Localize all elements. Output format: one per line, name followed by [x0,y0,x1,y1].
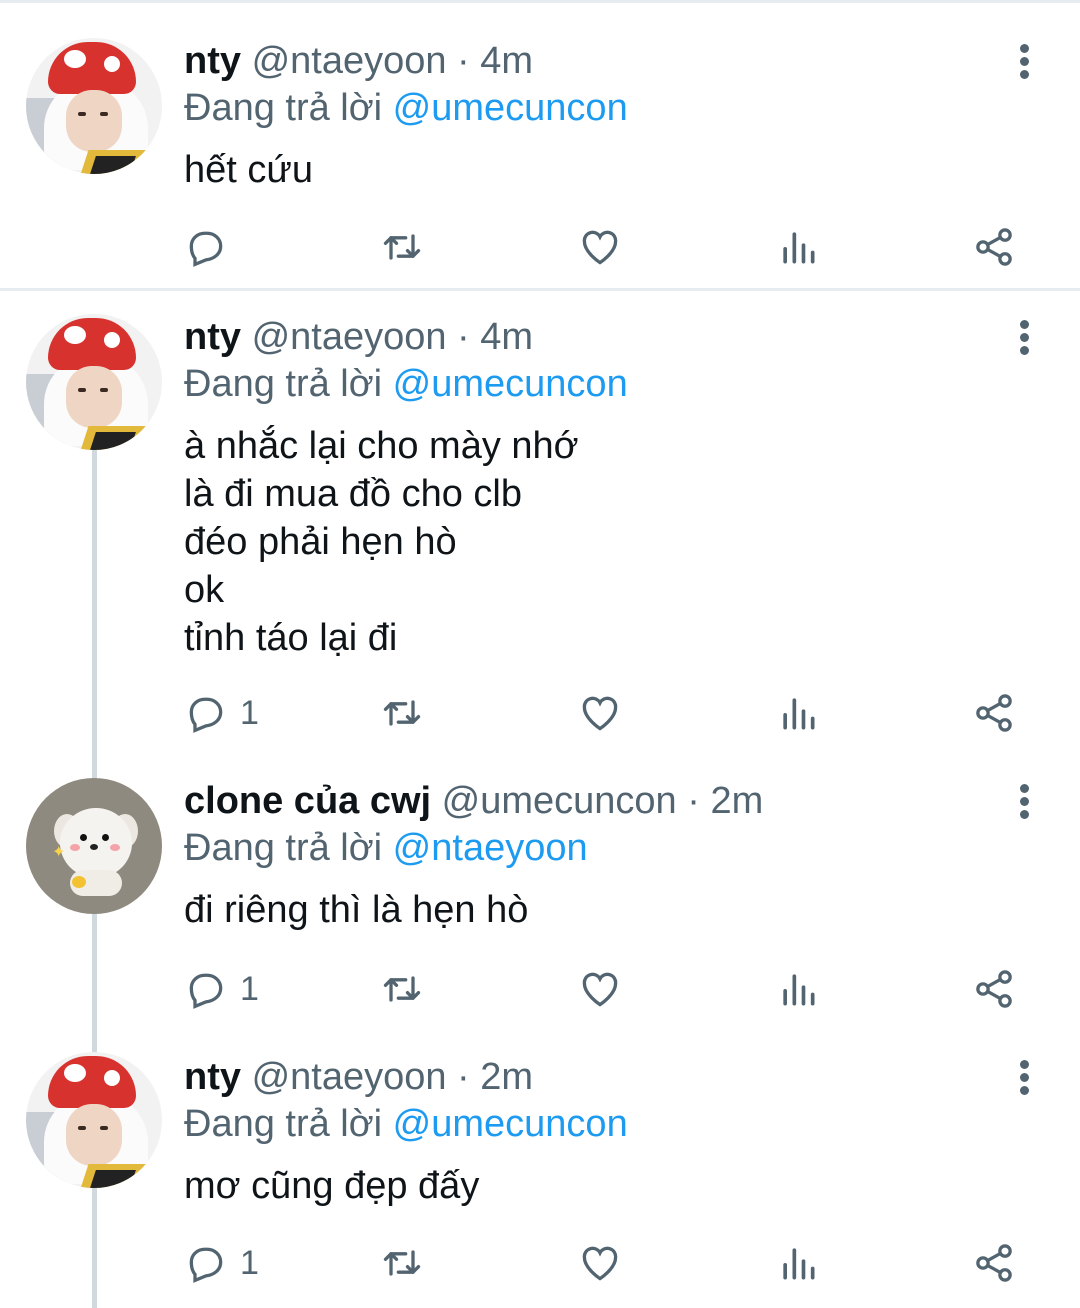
tweet-text: đi riêng thì là hẹn hò [184,889,529,931]
analytics-button[interactable] [776,1238,820,1288]
tweet-text: mơ cũng đẹp đấy [184,1165,480,1207]
share-button[interactable] [972,222,1016,272]
mention-link[interactable]: @umecuncon [393,87,628,129]
analytics-icon [783,232,815,264]
handle-and-time: @ntaeyoon · 2m [251,1056,534,1098]
share-icon [976,228,1012,266]
tweet-header: nty @ntaeyoon · 2m [184,1054,533,1100]
avatar[interactable]: ✦ [26,778,162,914]
share-button[interactable] [972,688,1016,738]
tweet-2[interactable]: nty @ntaeyoon · 4m Đang trả lời @umecunc… [0,290,1080,760]
retweet-icon [383,234,421,260]
display-name[interactable]: clone của cwj [184,780,431,822]
more-options-icon[interactable] [1010,782,1040,822]
tweet-text: à nhắc lại cho mày nhớ là đi mua đồ cho … [184,425,579,659]
reply-count: 1 [240,693,259,732]
share-icon [976,1244,1012,1282]
mention-link[interactable]: @umecuncon [393,363,628,405]
replying-to: Đang trả lời @ntaeyoon [184,825,588,871]
retweet-button[interactable] [380,964,424,1014]
avatar[interactable] [26,1052,162,1188]
share-icon [976,970,1012,1008]
handle-and-time: @ntaeyoon · 4m [251,40,534,82]
avatar[interactable] [26,38,162,174]
analytics-icon [783,1248,815,1280]
replying-to-label: Đang trả lời [184,87,393,129]
share-button[interactable] [972,964,1016,1014]
tweet-text: hết cứu [184,149,313,191]
replying-to: Đang trả lời @umecuncon [184,361,628,407]
like-button[interactable] [578,222,622,272]
like-button[interactable] [578,688,622,738]
tweet-1[interactable]: nty @ntaeyoon · 4m Đang trả lời @umecunc… [0,0,1080,290]
tweet-actions [184,222,1044,272]
analytics-button[interactable] [776,688,820,738]
tweet-header: nty @ntaeyoon · 4m [184,314,533,360]
tweet-actions: 1 [184,688,1044,738]
tweet-3[interactable]: ✦ clone của cwj @umecuncon · 2m Đang trả… [0,760,1080,1038]
retweet-button[interactable] [380,1238,424,1288]
tweet-header: clone của cwj @umecuncon · 2m [184,778,763,824]
reply-button[interactable]: 1 [184,688,259,738]
reply-button[interactable]: 1 [184,1238,259,1288]
like-button[interactable] [578,964,622,1014]
display-name[interactable]: nty [184,40,241,82]
handle-and-time: @umecuncon · 2m [441,780,764,822]
display-name[interactable]: nty [184,1056,241,1098]
reply-icon [189,231,223,267]
retweet-button[interactable] [380,688,424,738]
reply-count: 1 [240,969,259,1008]
heart-icon [582,696,618,731]
more-options-icon[interactable] [1010,318,1040,358]
avatar[interactable] [26,314,162,450]
replying-to: Đang trả lời @umecuncon [184,1101,628,1147]
reply-icon [189,697,223,733]
analytics-icon [783,974,815,1006]
replying-to-label: Đang trả lời [184,827,393,869]
retweet-icon [383,700,421,726]
handle-and-time: @ntaeyoon · 4m [251,316,534,358]
reply-button[interactable] [184,222,240,272]
replying-to-label: Đang trả lời [184,1103,393,1145]
replying-to-label: Đang trả lời [184,363,393,405]
tweet-actions: 1 [184,964,1044,1014]
heart-icon [582,1246,618,1281]
tweet-actions: 1 [184,1238,1044,1288]
display-name[interactable]: nty [184,316,241,358]
more-options-icon[interactable] [1010,42,1040,82]
share-button[interactable] [972,1238,1016,1288]
analytics-icon [783,698,815,730]
mention-link[interactable]: @umecuncon [393,1103,628,1145]
analytics-button[interactable] [776,222,820,272]
analytics-button[interactable] [776,964,820,1014]
tweet-header: nty @ntaeyoon · 4m [184,38,533,84]
like-button[interactable] [578,1238,622,1288]
replying-to: Đang trả lời @umecuncon [184,85,628,131]
retweet-icon [383,976,421,1002]
reply-icon [189,1247,223,1283]
reply-icon [189,973,223,1009]
heart-icon [582,972,618,1007]
more-options-icon[interactable] [1010,1058,1040,1098]
tweet-4[interactable]: nty @ntaeyoon · 2m Đang trả lời @umecunc… [0,1038,1080,1308]
retweet-icon [383,1250,421,1276]
mention-link[interactable]: @ntaeyoon [393,827,588,869]
reply-button[interactable]: 1 [184,964,259,1014]
retweet-button[interactable] [380,222,424,272]
heart-icon [582,230,618,265]
share-icon [976,694,1012,732]
reply-count: 1 [240,1243,259,1282]
